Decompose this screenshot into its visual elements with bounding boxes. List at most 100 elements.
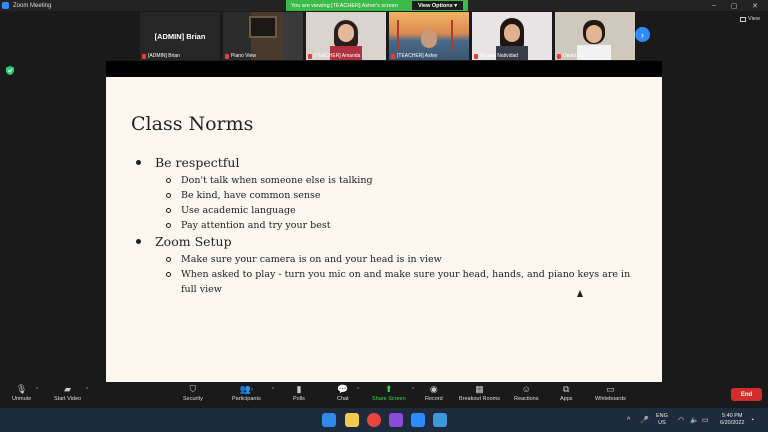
reactions-button[interactable]: ☺ Reactions	[514, 384, 538, 402]
video-tile[interactable]: [TEACHER] Asher	[389, 12, 469, 60]
zoom-taskbar-icon[interactable]	[411, 413, 425, 427]
whiteboards-button[interactable]: ▭ Whiteboards	[595, 383, 626, 403]
zoom-meeting-window: { "window": {"title": "Zoom Meeting"}, "…	[0, 0, 768, 432]
breakout-rooms-button[interactable]: ▦ Breakout Rooms	[459, 383, 500, 403]
audio-options-caret[interactable]: ^	[36, 387, 38, 393]
bullet-icon	[136, 239, 141, 244]
file-explorer-icon[interactable]	[345, 413, 359, 427]
bullet-icon	[136, 160, 141, 165]
share-screen-icon: ⬆	[385, 383, 393, 394]
zoom-app-icon	[2, 2, 9, 9]
whiteboard-icon: ▭	[606, 383, 615, 394]
chrome-icon[interactable]	[367, 413, 381, 427]
sub-bullet: When asked to play - turn you mic on and…	[166, 267, 646, 297]
security-button[interactable]: ⛉ Security	[183, 383, 203, 403]
view-label: View	[748, 16, 760, 22]
video-tile[interactable]: Regina Natividad	[472, 12, 552, 60]
viewing-text: You are viewing [TEACHER] Asher's screen	[291, 2, 398, 9]
record-button[interactable]: ◉ Record	[425, 383, 443, 403]
window-title: Zoom Meeting	[13, 2, 52, 9]
maximize-icon[interactable]: ▢	[724, 0, 744, 11]
gallery-view-icon	[740, 16, 746, 22]
chat-icon: 💬	[337, 383, 349, 394]
muted-mic-icon	[391, 53, 395, 59]
video-off-icon: ▰	[64, 383, 72, 394]
video-tile[interactable]: [ADMIN] Brian [ADMIN] Brian	[140, 12, 220, 60]
tile-label: [TEACHER] Asher	[391, 53, 438, 59]
shared-slide: Class Norms Be respectful Don't talk whe…	[106, 77, 662, 382]
reactions-icon: ☺	[521, 384, 531, 394]
video-strip: [ADMIN] Brian [ADMIN] Brian Piano View […	[140, 12, 635, 60]
bullet-heading: Be respectful	[136, 155, 239, 170]
muted-mic-icon	[225, 53, 229, 59]
participants-icon: 👥 7	[239, 383, 254, 394]
muted-mic-icon: 🎙	[15, 383, 28, 394]
share-options-caret[interactable]: ^	[412, 387, 414, 393]
notification-icon[interactable]: ◔	[750, 408, 754, 432]
apps-icon: ⧉	[563, 383, 570, 394]
participant-name-large: [ADMIN] Brian	[154, 31, 206, 41]
start-video-button[interactable]: ▰ Start Video	[54, 383, 81, 403]
clock[interactable]: 5:40 PM 6/20/2022	[720, 408, 744, 432]
end-meeting-button[interactable]: End	[731, 388, 762, 401]
record-icon: ◉	[429, 383, 438, 394]
tile-label: [TEACHER] Amanda	[308, 53, 360, 59]
microphone-tray-icon[interactable]: 🎤	[640, 408, 649, 432]
windows-taskbar: ^ 🎤 ENG US ◠ 🔈 ▭ 5:40 PM 6/20/2022 ◔	[0, 408, 768, 432]
viewing-banner: You are viewing [TEACHER] Asher's screen…	[286, 0, 468, 11]
video-tile[interactable]: David Xu	[555, 12, 635, 60]
sub-bullet-icon	[166, 178, 171, 183]
share-screen-button[interactable]: ⬆ Share Screen	[372, 383, 406, 403]
muted-mic-icon	[142, 53, 146, 59]
video-options-caret[interactable]: ^	[86, 387, 88, 393]
sub-bullet-icon	[166, 257, 171, 262]
start-icon[interactable]	[322, 413, 336, 427]
visual-studio-icon[interactable]	[389, 413, 403, 427]
muted-mic-icon	[308, 53, 312, 59]
language-indicator[interactable]: ENG US	[656, 408, 668, 432]
tray-overflow-icon[interactable]: ^	[627, 408, 630, 432]
shield-icon: ⛉	[189, 383, 197, 394]
bullet-heading: Zoom Setup	[136, 234, 232, 249]
sub-bullet: Don't talk when someone else is talking	[166, 173, 373, 188]
view-button[interactable]: View	[740, 16, 760, 22]
sub-bullet: Use academic language	[166, 203, 296, 218]
chat-options-caret[interactable]: ^	[357, 387, 359, 393]
chat-button[interactable]: 💬 Chat	[337, 383, 349, 403]
wifi-icon[interactable]: ◠	[678, 408, 684, 432]
video-tile[interactable]: [TEACHER] Amanda	[306, 12, 386, 60]
close-icon[interactable]: ✕	[745, 0, 765, 11]
sub-bullet: Pay attention and try your best	[166, 218, 331, 233]
participants-options-caret[interactable]: ^	[272, 387, 274, 393]
sub-bullet: Make sure your camera is on and your hea…	[166, 252, 442, 267]
participants-button[interactable]: 👥 7 Participants	[232, 383, 261, 403]
tile-label: [ADMIN] Brian	[142, 53, 180, 59]
sub-bullet-icon	[166, 272, 171, 277]
mouse-cursor-icon	[577, 290, 583, 297]
volume-icon[interactable]: 🔈	[690, 408, 699, 432]
tile-label: David Xu	[557, 53, 583, 59]
video-tile[interactable]: Piano View	[223, 12, 303, 60]
view-options-button[interactable]: View Options ▾	[411, 1, 463, 10]
muted-mic-icon	[474, 53, 478, 59]
breakout-rooms-icon: ▦	[475, 383, 484, 394]
muted-mic-icon	[557, 53, 561, 59]
sub-bullet-icon	[166, 193, 171, 198]
notepad-icon[interactable]	[433, 413, 447, 427]
tile-label: Regina Natividad	[474, 53, 518, 59]
battery-icon[interactable]: ▭	[702, 408, 709, 432]
sub-bullet-icon	[166, 208, 171, 213]
security-shield-icon[interactable]	[6, 66, 14, 75]
tile-label: Piano View	[225, 53, 256, 59]
next-page-button[interactable]: ›	[635, 27, 650, 42]
minimize-icon[interactable]: –	[704, 0, 724, 11]
sub-bullet-icon	[166, 223, 171, 228]
unmute-button[interactable]: 🎙 Unmute	[12, 383, 31, 403]
sub-bullet: Be kind, have common sense	[166, 188, 320, 203]
shared-screen-top-bar	[106, 61, 662, 77]
slide-title: Class Norms	[131, 113, 254, 135]
meeting-toolbar: 🎙 Unmute ^ ▰ Start Video ^ ⛉ Security 👥 7 Par…	[0, 382, 768, 408]
polls-button[interactable]: ▮ Polls	[293, 383, 305, 403]
apps-button[interactable]: ⧉ Apps	[560, 383, 573, 403]
polls-icon: ▮	[296, 383, 302, 394]
